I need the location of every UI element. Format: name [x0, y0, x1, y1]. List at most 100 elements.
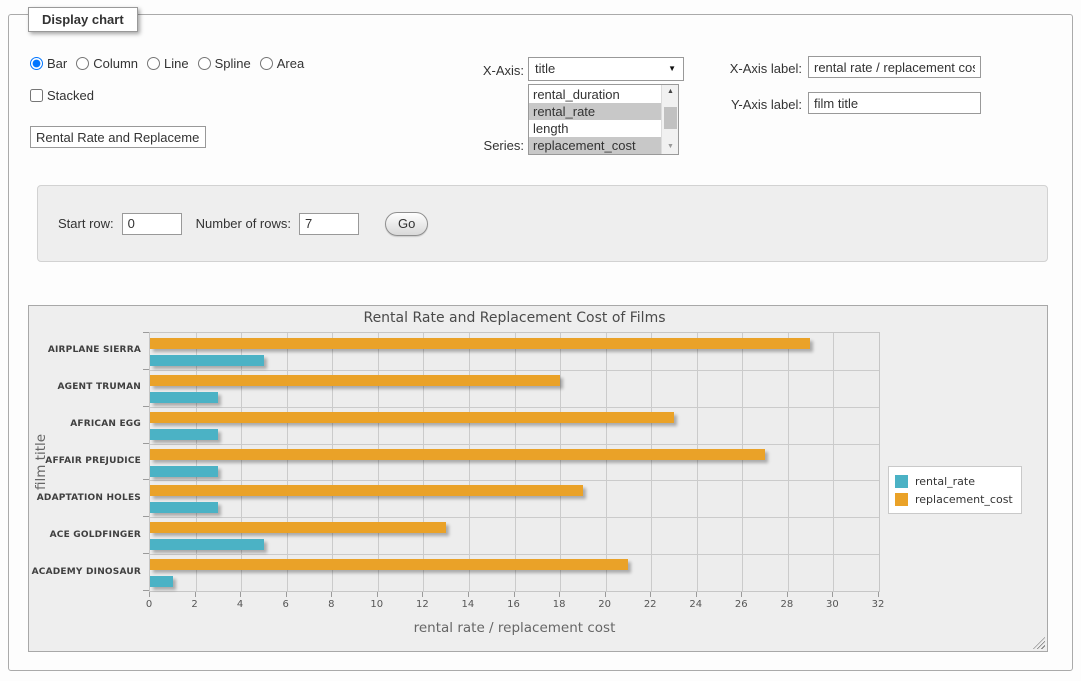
series-option-rental_rate[interactable]: rental_rate	[529, 103, 661, 120]
chart-container: Rental Rate and Replacement Cost of Film…	[28, 305, 1048, 652]
x-tick-label: 20	[590, 599, 620, 610]
y-axis-label-input[interactable]	[808, 92, 981, 114]
chart-title-input[interactable]	[30, 126, 206, 148]
num-rows-input[interactable]	[299, 213, 359, 235]
gridline	[150, 407, 879, 408]
bar-replacement_cost	[150, 449, 765, 460]
bar-rental_rate	[150, 392, 218, 403]
y-tick	[143, 369, 149, 370]
chart-type-radio-line[interactable]	[147, 57, 160, 70]
x-tick-label: 22	[635, 599, 665, 610]
x-tick-label: 24	[681, 599, 711, 610]
start-row-label: Start row:	[58, 216, 114, 231]
scrollbar-thumb[interactable]	[664, 107, 677, 129]
gridline	[651, 333, 652, 591]
chart-type-option-spline: Spline	[198, 56, 251, 71]
y-axis-title: film title	[33, 402, 49, 522]
chart-type-radio-area[interactable]	[260, 57, 273, 70]
legend-label: rental_rate	[915, 475, 975, 488]
legend-swatch-rental_rate	[895, 475, 908, 488]
x-tick-label: 10	[362, 599, 392, 610]
x-axis-title: rental rate / replacement cost	[149, 620, 880, 636]
bar-replacement_cost	[150, 375, 560, 386]
chart-title: Rental Rate and Replacement Cost of Film…	[149, 310, 880, 326]
x-tick-label: 14	[453, 599, 483, 610]
row-range-panel: Start row: Number of rows: Go	[37, 185, 1048, 262]
x-tick	[286, 592, 287, 597]
gridline	[742, 333, 743, 591]
bar-replacement_cost	[150, 559, 628, 570]
category-label: AIRPLANE SIERRA	[29, 345, 141, 355]
stacked-checkbox[interactable]	[30, 89, 43, 102]
chart-type-label: Column	[93, 56, 138, 71]
series-listbox[interactable]: rental_durationrental_ratelengthreplacem…	[528, 84, 679, 155]
gridline	[606, 333, 607, 591]
bar-replacement_cost	[150, 412, 674, 423]
x-tick	[514, 592, 515, 597]
resize-grip-icon[interactable]	[1033, 637, 1045, 649]
legend-swatch-replacement_cost	[895, 493, 908, 506]
bar-rental_rate	[150, 355, 264, 366]
chart-type-radio-spline[interactable]	[198, 57, 211, 70]
gridline	[833, 333, 834, 591]
gridline	[150, 480, 879, 481]
y-tick	[143, 590, 149, 591]
bar-rental_rate	[150, 576, 173, 587]
start-row-input[interactable]	[122, 213, 182, 235]
x-tick	[240, 592, 241, 597]
x-tick-label: 18	[544, 599, 574, 610]
num-rows-label: Number of rows:	[196, 216, 291, 231]
x-tick-label: 32	[863, 599, 893, 610]
chevron-down-icon: ▼	[668, 65, 676, 73]
bar-rental_rate	[150, 466, 218, 477]
x-tick-label: 4	[225, 599, 255, 610]
chart-type-label: Line	[164, 56, 189, 71]
series-scrollbar[interactable]: ▲ ▼	[661, 85, 678, 154]
gridline	[196, 333, 197, 591]
chart-type-option-line: Line	[147, 56, 189, 71]
gridline	[332, 333, 333, 591]
stacked-label-text: Stacked	[47, 88, 94, 103]
gridline	[150, 517, 879, 518]
x-axis-label-input[interactable]	[808, 56, 981, 78]
chart-legend: rental_rate replacement_cost	[888, 466, 1022, 514]
x-axis-select-label: X-Axis:	[430, 63, 524, 78]
category-label: ACADEMY DINOSAUR	[29, 567, 141, 577]
chart-type-radio-bar[interactable]	[30, 57, 43, 70]
x-axis-select[interactable]: title ▼	[528, 57, 684, 81]
gridline	[515, 333, 516, 591]
x-tick	[878, 592, 879, 597]
x-tick	[331, 592, 332, 597]
x-tick-label: 8	[316, 599, 346, 610]
x-tick-label: 12	[407, 599, 437, 610]
gridline	[788, 333, 789, 591]
x-tick	[741, 592, 742, 597]
x-tick	[422, 592, 423, 597]
chart-type-radio-column[interactable]	[76, 57, 89, 70]
gridline	[150, 370, 879, 371]
legend-label: replacement_cost	[915, 493, 1013, 506]
fieldset-legend: Display chart	[28, 7, 138, 32]
scroll-down-icon[interactable]: ▼	[662, 140, 679, 154]
bar-rental_rate	[150, 502, 218, 513]
x-tick	[787, 592, 788, 597]
series-option-length[interactable]: length	[529, 120, 661, 137]
scroll-up-icon[interactable]: ▲	[662, 85, 679, 99]
series-options: rental_durationrental_ratelengthreplacem…	[529, 86, 661, 154]
chart-type-option-column: Column	[76, 56, 138, 71]
series-option-rental_duration[interactable]: rental_duration	[529, 86, 661, 103]
legend-row: rental_rate	[895, 472, 1013, 490]
go-button[interactable]: Go	[385, 212, 428, 236]
y-axis-label-label: Y-Axis label:	[690, 97, 802, 112]
stacked-label: Stacked	[30, 88, 94, 103]
series-option-replacement_cost[interactable]: replacement_cost	[529, 137, 661, 154]
x-tick-label: 28	[772, 599, 802, 610]
gridline	[423, 333, 424, 591]
y-tick	[143, 443, 149, 444]
y-tick	[143, 479, 149, 480]
gridline	[469, 333, 470, 591]
chart-type-radio-group: BarColumnLineSplineArea	[30, 56, 304, 71]
x-tick	[149, 592, 150, 597]
series-select-label: Series:	[430, 138, 524, 153]
x-axis-label-label: X-Axis label:	[690, 61, 802, 76]
